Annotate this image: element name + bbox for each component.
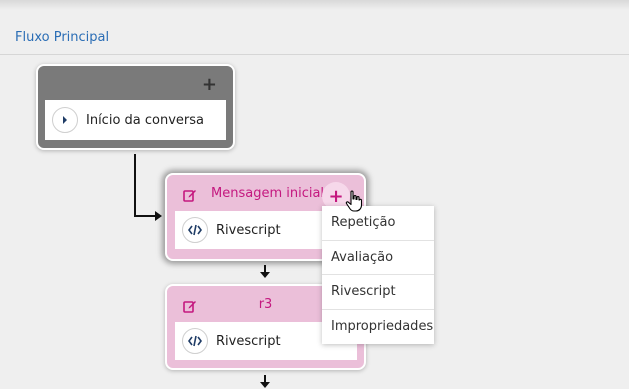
connector-r3-arrow	[260, 382, 270, 388]
connector-start-vertical	[134, 154, 136, 216]
menu-item-rivescript[interactable]: Rivescript	[322, 275, 434, 310]
edit-icon[interactable]	[183, 187, 197, 206]
start-node-item[interactable]: Início da conversa	[45, 100, 226, 140]
flow-title[interactable]: Fluxo Principal	[15, 30, 109, 45]
top-shadow	[0, 0, 629, 10]
hand-cursor-icon	[345, 190, 363, 216]
title-divider	[0, 54, 629, 55]
menu-item-repeticao[interactable]: Repetição	[322, 206, 434, 241]
message-node-title[interactable]: Mensagem inicial	[211, 186, 324, 201]
connector-start-arrow	[155, 211, 162, 221]
menu-item-avaliacao[interactable]: Avaliação	[322, 241, 434, 275]
play-icon	[52, 107, 78, 133]
r3-node-item-label: Rivescript	[216, 333, 281, 349]
connector-start-horizontal	[134, 215, 156, 217]
code-icon	[182, 217, 208, 243]
menu-item-impropriedades[interactable]: Impropriedades	[322, 310, 434, 345]
start-node-label: Início da conversa	[86, 112, 204, 128]
code-icon	[182, 328, 208, 354]
add-step-menu: Repetição Avaliação Rivescript Improprie…	[322, 206, 434, 344]
start-node-add-button[interactable]: +	[202, 76, 217, 94]
start-node-card[interactable]: + Início da conversa	[36, 64, 235, 150]
message-node-item-label: Rivescript	[216, 222, 281, 238]
connector-msg-arrow	[260, 272, 270, 278]
